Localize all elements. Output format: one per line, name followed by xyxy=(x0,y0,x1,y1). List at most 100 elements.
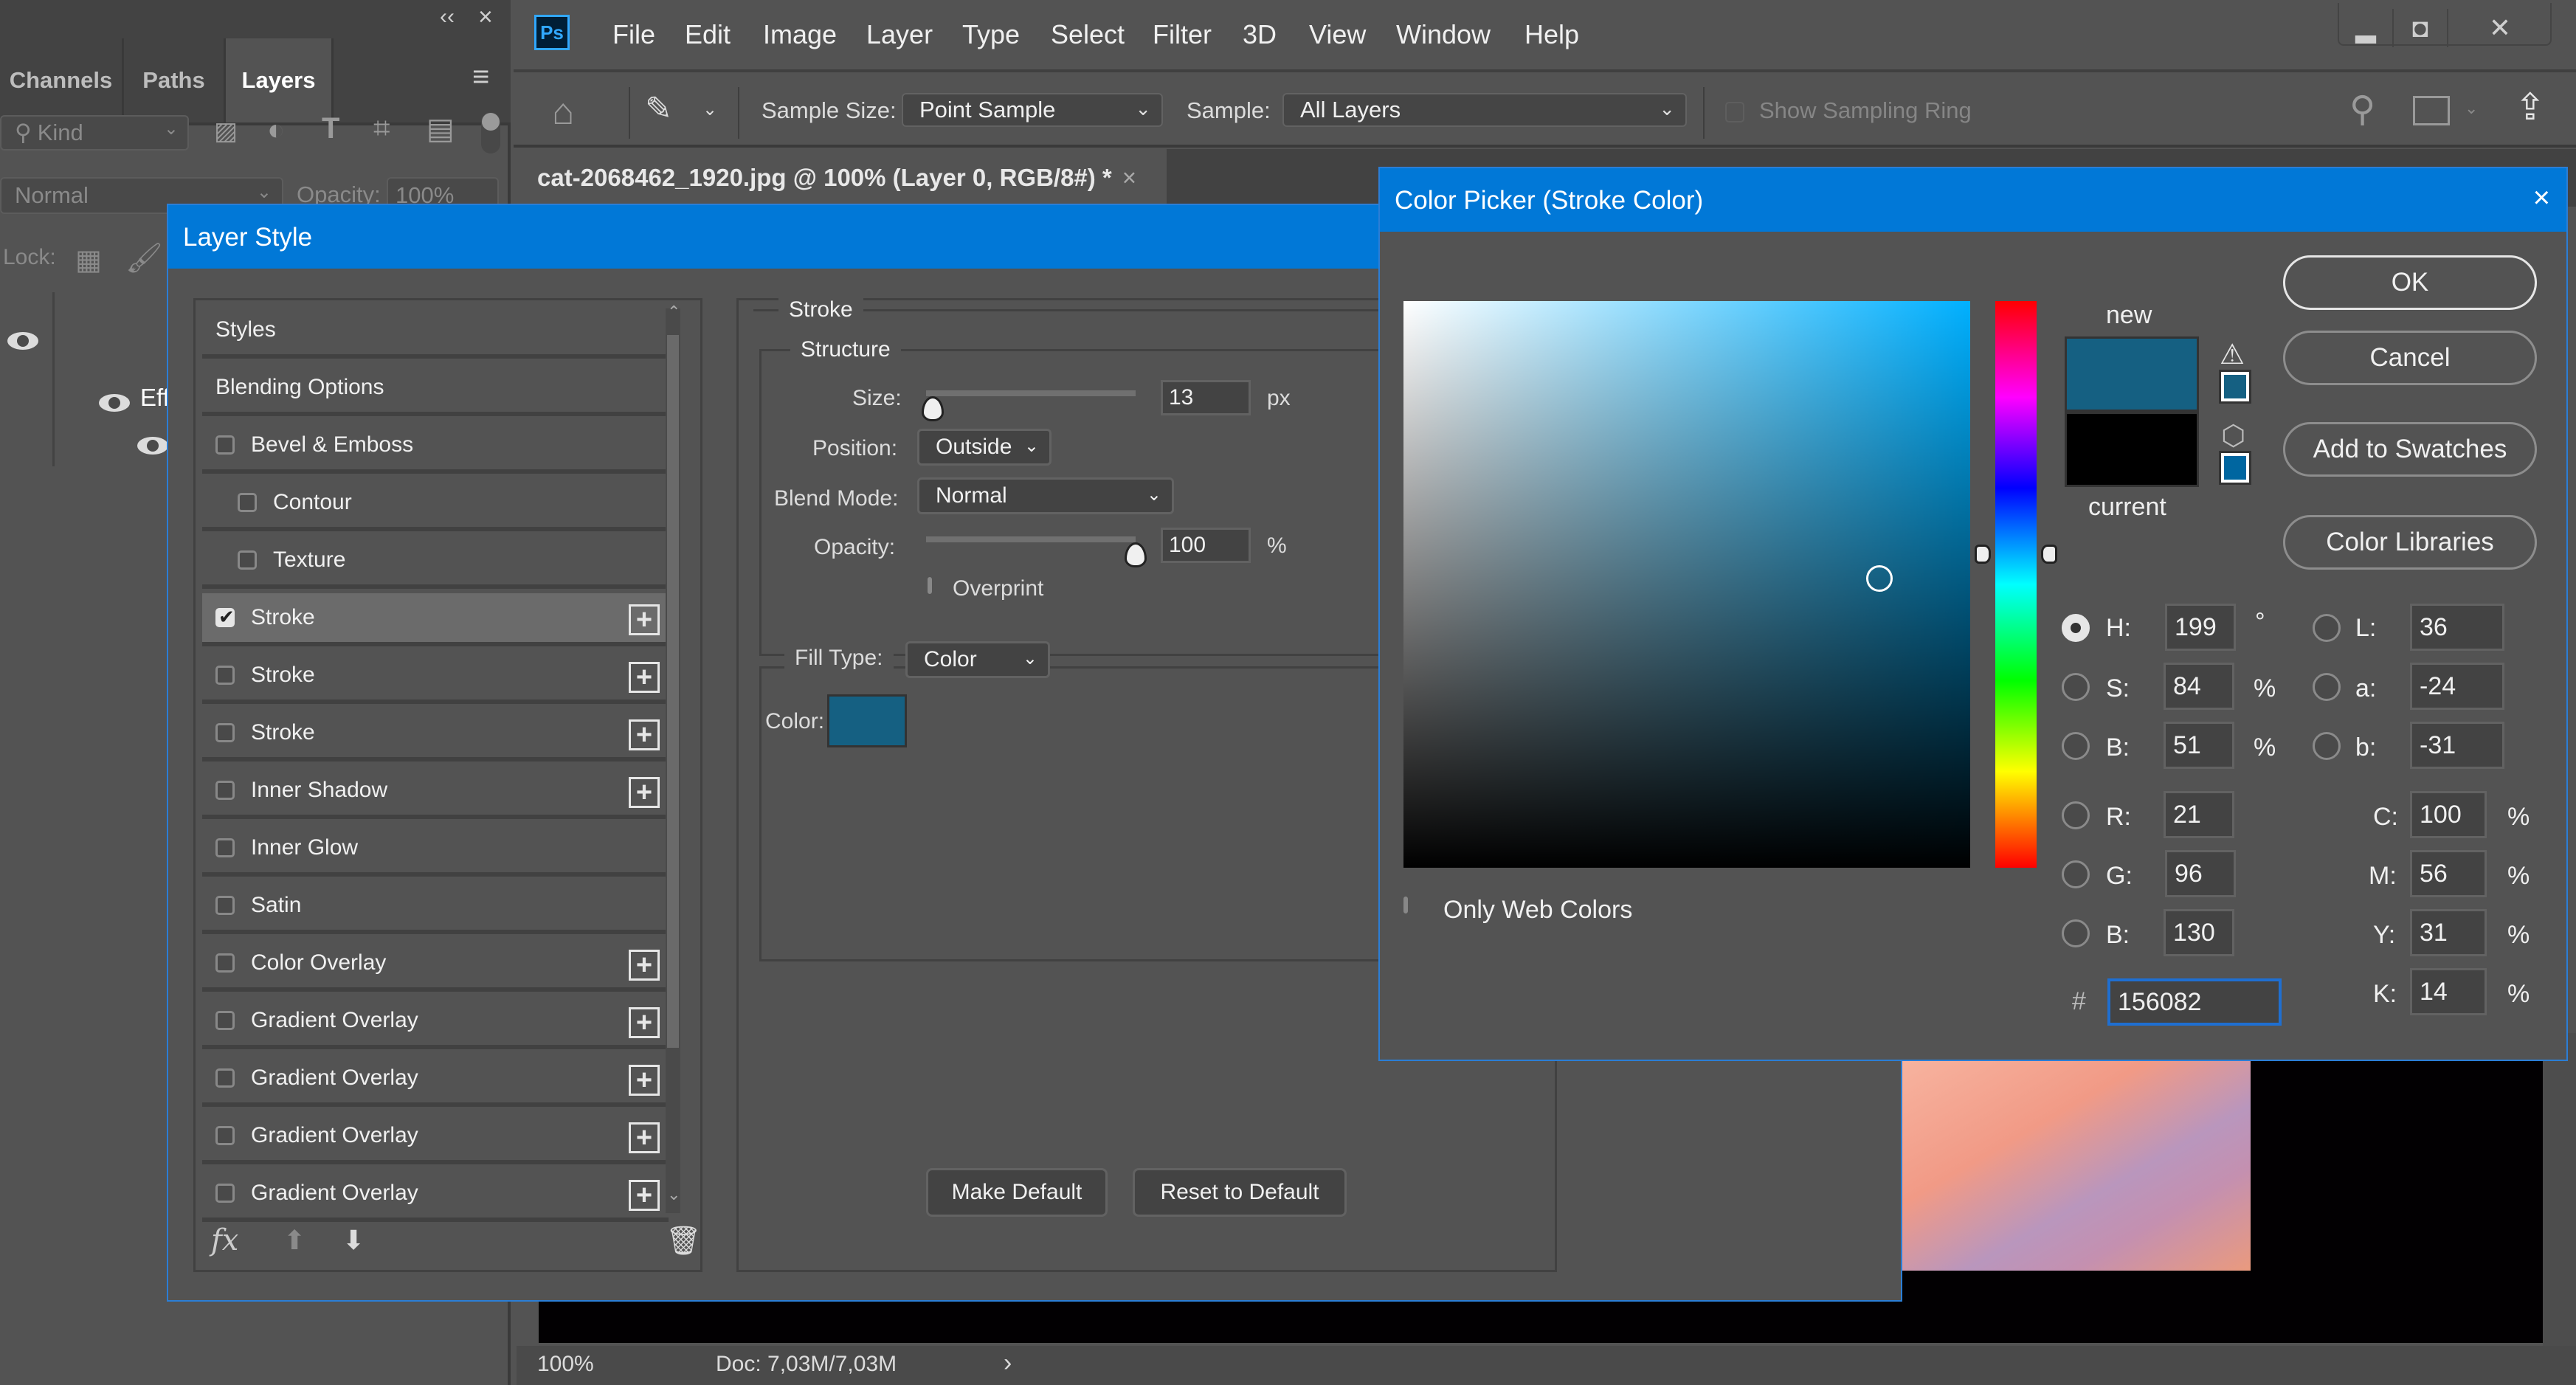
color-libraries-button[interactable]: Color Libraries xyxy=(2283,515,2537,570)
style-checkbox[interactable] xyxy=(215,781,235,800)
style-checkbox[interactable] xyxy=(215,666,235,685)
close-panel-icon[interactable]: × xyxy=(478,3,493,32)
style-row[interactable]: Stroke + xyxy=(202,651,669,704)
scroll-down-icon[interactable]: ⌄ xyxy=(667,1185,680,1204)
overprint-checkbox[interactable] xyxy=(928,577,932,594)
size-slider-thumb[interactable] xyxy=(921,396,944,421)
share-icon[interactable]: ⇪ xyxy=(2515,86,2546,128)
green-input[interactable]: 96 xyxy=(2165,850,2236,897)
fx-menu-icon[interactable]: fx xyxy=(211,1223,238,1257)
style-checkbox[interactable] xyxy=(215,1068,235,1088)
menu-file[interactable]: File xyxy=(612,19,655,50)
style-row[interactable]: Inner Glow xyxy=(202,823,669,877)
yellow-input[interactable]: 31 xyxy=(2410,909,2487,956)
workspace-icon[interactable] xyxy=(2413,96,2450,125)
close-document-icon[interactable]: × xyxy=(1122,164,1136,192)
add-effect-plus-icon[interactable]: + xyxy=(629,1122,660,1153)
add-to-swatches-button[interactable]: Add to Swatches xyxy=(2283,422,2537,477)
position-select[interactable]: Outside ⌄ xyxy=(917,429,1052,466)
opacity-input[interactable]: 100 xyxy=(1161,528,1251,563)
tab-layers[interactable]: Layers xyxy=(226,38,334,122)
menu-help[interactable]: Help xyxy=(1524,19,1579,50)
lab-a-input[interactable]: -24 xyxy=(2410,663,2504,710)
collapse-panel-icon[interactable]: ‹‹ xyxy=(440,4,455,30)
status-menu-arrow-icon[interactable]: › xyxy=(1004,1349,1012,1378)
show-sampling-ring-checkbox[interactable] xyxy=(1725,102,1744,122)
add-effect-plus-icon[interactable]: + xyxy=(629,662,660,693)
reset-to-default-button[interactable]: Reset to Default xyxy=(1133,1168,1347,1217)
document-tab[interactable]: cat-2068462_1920.jpg @ 100% (Layer 0, RG… xyxy=(514,149,1167,207)
size-slider-track[interactable] xyxy=(926,390,1136,396)
menu-view[interactable]: View xyxy=(1309,19,1366,50)
style-checkbox[interactable] xyxy=(238,550,257,570)
style-row[interactable]: Inner Shadow + xyxy=(202,766,669,819)
style-row[interactable]: Stroke + xyxy=(202,708,669,761)
opacity-slider-track[interactable] xyxy=(926,536,1136,542)
black-input[interactable]: 14 xyxy=(2410,968,2487,1015)
menu-type[interactable]: Type xyxy=(962,19,1020,50)
hue-slider-right-arrow-icon[interactable] xyxy=(2041,545,2057,564)
sample-select[interactable]: All Layers ⌄ xyxy=(1282,93,1687,127)
web-safe-color-swatch[interactable] xyxy=(2219,451,2251,485)
lab-l-input[interactable]: 36 xyxy=(2410,604,2504,651)
menu-image[interactable]: Image xyxy=(763,19,837,50)
move-up-icon[interactable]: ⬆ xyxy=(283,1225,305,1256)
style-checkbox[interactable] xyxy=(215,1126,235,1145)
hue-input[interactable]: 199 xyxy=(2165,604,2236,651)
add-effect-plus-icon[interactable]: + xyxy=(629,1065,660,1096)
style-row[interactable]: Blending Options xyxy=(202,363,669,416)
add-effect-plus-icon[interactable]: + xyxy=(629,719,660,750)
home-icon[interactable]: ⌂ xyxy=(552,90,574,133)
style-row[interactable]: Contour xyxy=(202,478,669,531)
add-effect-plus-icon[interactable]: + xyxy=(629,1007,660,1038)
lab-a-radio[interactable] xyxy=(2313,673,2341,701)
add-effect-plus-icon[interactable]: + xyxy=(629,1180,660,1211)
eyedropper-icon[interactable]: ✎ xyxy=(645,90,672,128)
menu-edit[interactable]: Edit xyxy=(685,19,731,50)
style-checkbox[interactable] xyxy=(238,493,257,512)
style-checkbox[interactable] xyxy=(215,435,235,455)
hue-slider[interactable] xyxy=(1995,301,2037,868)
sample-size-select[interactable]: Point Sample ⌄ xyxy=(902,93,1163,127)
fill-type-select[interactable]: Color ⌄ xyxy=(905,641,1050,678)
style-checkbox[interactable] xyxy=(215,896,235,915)
search-icon[interactable]: ⚲ xyxy=(2349,89,2375,130)
make-default-button[interactable]: Make Default xyxy=(926,1168,1108,1217)
lab-l-radio[interactable] xyxy=(2313,614,2341,642)
style-checkbox[interactable] xyxy=(215,838,235,857)
cancel-button[interactable]: Cancel xyxy=(2283,331,2537,385)
hue-slider-left-arrow-icon[interactable] xyxy=(1975,545,1991,564)
zoom-level[interactable]: 100% xyxy=(537,1352,594,1377)
style-row[interactable]: Bevel & Emboss xyxy=(202,421,669,474)
adjustment-filter-icon[interactable]: ◐ xyxy=(267,114,285,147)
maximize-icon[interactable]: ◘ xyxy=(2394,9,2448,47)
style-row[interactable]: Gradient Overlay + xyxy=(202,1169,669,1222)
saturation-input[interactable]: 84 xyxy=(2164,663,2234,710)
hue-radio[interactable] xyxy=(2062,614,2090,642)
lab-b-input[interactable]: -31 xyxy=(2410,722,2504,769)
green-radio[interactable] xyxy=(2062,860,2090,888)
magenta-input[interactable]: 56 xyxy=(2410,850,2487,897)
hex-input[interactable]: 156082 xyxy=(2107,978,2282,1026)
style-row[interactable]: Gradient Overlay + xyxy=(202,996,669,1049)
move-down-icon[interactable]: ⬇ xyxy=(342,1225,365,1256)
stroke-effect-eye-icon[interactable] xyxy=(137,437,168,455)
add-effect-plus-icon[interactable]: + xyxy=(629,950,660,981)
menu-window[interactable]: Window xyxy=(1396,19,1491,50)
pixel-layer-filter-icon[interactable]: ▨ xyxy=(214,117,238,146)
style-row[interactable]: Satin xyxy=(202,881,669,934)
lab-b-radio[interactable] xyxy=(2313,732,2341,760)
stroke-color-swatch[interactable] xyxy=(827,694,907,747)
type-filter-icon[interactable]: T xyxy=(322,112,339,145)
brightness-input[interactable]: 51 xyxy=(2164,722,2234,769)
style-row[interactable]: Styles xyxy=(202,305,669,359)
cyan-input[interactable]: 100 xyxy=(2410,791,2487,838)
style-row[interactable]: Color Overlay + xyxy=(202,939,669,992)
style-checkbox[interactable] xyxy=(215,606,235,629)
style-row[interactable]: Texture xyxy=(202,536,669,589)
current-color-swatch[interactable] xyxy=(2065,412,2199,487)
vertical-scrollbar[interactable] xyxy=(2543,1033,2576,1346)
blue-input[interactable]: 130 xyxy=(2164,909,2234,956)
layer-visibility-eye-icon[interactable] xyxy=(7,332,38,350)
style-checkbox[interactable] xyxy=(215,1011,235,1030)
